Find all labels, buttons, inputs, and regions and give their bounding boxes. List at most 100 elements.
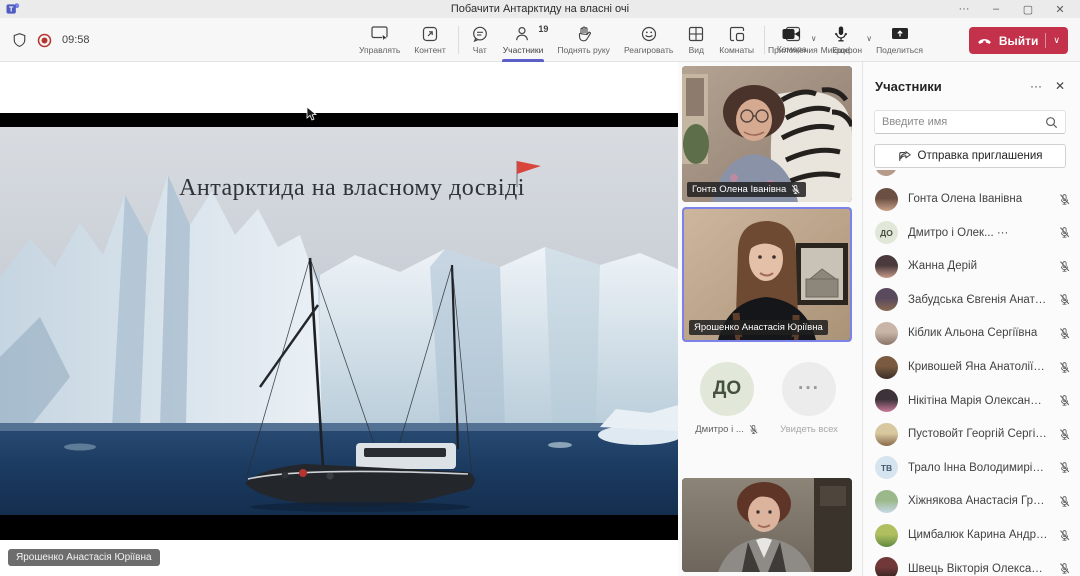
participant-search[interactable] (874, 110, 1066, 134)
participant-row[interactable]: ДО Дмитро і Олек... ··· (863, 216, 1080, 250)
participant-row[interactable]: Жанна Дерій (863, 249, 1080, 283)
see-everyone-button[interactable]: ··· Увидеть всех (774, 362, 844, 435)
tile-name-label: Ярошенко Анастасія Юріївна (689, 320, 828, 335)
participant-row[interactable]: Швець Вікторія Олександрівна (863, 552, 1080, 576)
react-smiley-icon (640, 25, 658, 43)
raise-hand-icon (575, 25, 593, 43)
mic-off-icon (1058, 260, 1071, 273)
participant-avatar (875, 557, 898, 576)
participant-row[interactable]: Кривошей Яна Анатоліївна (863, 350, 1080, 384)
slide-letterbox: Антарктида на власному досвіді (0, 113, 678, 540)
participants-icon (514, 25, 532, 43)
participant-row[interactable]: Хіжнякова Анастасія Григорі... (863, 484, 1080, 518)
share-button[interactable]: Поделиться (869, 18, 930, 62)
teams-meeting-window: T Побачити Антарктиду на власні очі ··· … (0, 0, 1080, 576)
mic-off-icon (748, 424, 759, 435)
participant-avatar (875, 356, 898, 379)
chat-icon (471, 25, 489, 43)
slide-antarctica-image: Антарктида на власному досвіді (0, 127, 678, 515)
manage-screen-icon (370, 25, 390, 43)
panel-close-button[interactable]: ✕ (1048, 76, 1072, 96)
participant-row[interactable]: Нікітіна Марія Олександрівна (863, 384, 1080, 418)
video-tile-bottom[interactable] (682, 478, 852, 572)
rooms-icon (728, 25, 746, 43)
camera-button[interactable]: ∨ Камера (770, 18, 814, 62)
participant-avatar: ТВ (875, 456, 898, 479)
mic-off-icon (1058, 529, 1071, 542)
panel-more-button[interactable]: ··· (1024, 76, 1048, 96)
microphone-icon (833, 25, 849, 43)
invite-button[interactable]: Отправка приглашения (874, 144, 1066, 168)
participant-row[interactable]: ТВ Трало Інна Володимирівна (863, 451, 1080, 485)
invite-label: Отправка приглашения (918, 150, 1043, 162)
mouse-cursor (306, 106, 317, 121)
participant-avatar (875, 490, 898, 513)
window-close-button[interactable]: ✕ (1044, 0, 1076, 18)
participant-name: Трало Інна Володимирівна (908, 462, 1048, 474)
manage-button[interactable]: Управлять (352, 18, 407, 62)
content-share-icon (421, 25, 439, 43)
participant-list: Гонта Олена Іванівна ДО Дмитро і Олек...… (863, 170, 1080, 576)
mic-off-icon (1058, 562, 1071, 575)
slide-title-text: Антарктида на власному досвіді (179, 175, 525, 201)
hangup-icon (977, 36, 992, 46)
mic-off-icon (1058, 461, 1071, 474)
panel-title: Участники (875, 79, 1024, 94)
participant-avatar (875, 188, 898, 211)
avatar-dmytro[interactable]: ДО Дмитро і ... (692, 362, 762, 435)
raise-hand-button[interactable]: Поднять руку (550, 18, 617, 62)
participant-row[interactable]: Пустовойт Георгій Сергійович (863, 417, 1080, 451)
content-button[interactable]: Контент (407, 18, 453, 62)
invite-share-icon (898, 150, 912, 163)
participant-avatar (875, 389, 898, 412)
share-screen-icon (890, 26, 910, 43)
leave-divider (1045, 33, 1046, 48)
scrolled-partial-avatar (875, 170, 897, 178)
participant-avatar (875, 423, 898, 446)
view-button[interactable]: Вид (680, 18, 712, 62)
mic-off-icon (1058, 361, 1071, 374)
mic-off-icon (1058, 495, 1071, 508)
mic-button[interactable]: ∨ Микрофон (814, 18, 869, 62)
search-icon (1045, 116, 1058, 129)
participant-name: Кіблик Альона Сергіївна (908, 327, 1048, 339)
shield-icon[interactable] (12, 32, 27, 48)
search-input[interactable] (882, 116, 1045, 128)
see-everyone-dots: ··· (782, 362, 836, 416)
video-tile-gonta[interactable]: Гонта Олена Іванівна (682, 66, 852, 202)
window-more-button[interactable]: ··· (948, 0, 980, 18)
mic-off-icon (1058, 226, 1071, 239)
toolbar-divider (458, 26, 459, 54)
shared-content-stage: Антарктида на власному досвіді (0, 62, 678, 576)
window-minimize-button[interactable]: – (980, 0, 1012, 18)
rooms-button[interactable]: Комнаты (712, 18, 761, 62)
video-tiles-column: Гонта Олена Іванівна Ярошенко Анаста (682, 62, 854, 576)
leave-button[interactable]: Выйти ∨ (969, 27, 1068, 54)
react-button[interactable]: Реагировать (617, 18, 680, 62)
recording-indicator-icon (37, 33, 52, 48)
window-title: Побачити Антарктиду на власні очі (0, 3, 1080, 15)
chat-button[interactable]: Чат (464, 18, 496, 62)
leave-label: Выйти (999, 34, 1039, 48)
audio-only-row: ДО Дмитро і ... ··· Увидеть всех (682, 362, 854, 435)
avatar-initials: ДО (700, 362, 754, 416)
window-maximize-button[interactable]: ▢ (1012, 0, 1044, 18)
participants-panel: Участники ··· ✕ Отправка приглашения Гон… (862, 62, 1080, 576)
presenter-name-tag: Ярошенко Анастасія Юріївна (8, 549, 160, 566)
participant-row[interactable]: Цимбалюк Карина Андріївна (863, 518, 1080, 552)
participant-name: Нікітіна Марія Олександрівна (908, 395, 1048, 407)
mic-off-icon (1058, 327, 1071, 340)
participant-name: Жанна Дерій (908, 260, 1048, 272)
participant-avatar (875, 255, 898, 278)
participant-row[interactable]: Кіблик Альона Сергіївна (863, 316, 1080, 350)
leave-dropdown-chevron[interactable]: ∨ (1053, 35, 1060, 46)
camera-icon (781, 26, 803, 42)
participants-button[interactable]: 19 Участники (496, 18, 551, 62)
toolbar-divider (764, 26, 765, 54)
video-tile-yaroshenko-active[interactable]: Ярошенко Анастасія Юріївна (682, 207, 852, 342)
participant-row[interactable]: Гонта Олена Іванівна (863, 182, 1080, 216)
participant-name: Дмитро і Олек... ··· (908, 227, 1048, 239)
avatar-label: Дмитро і ... (695, 424, 759, 435)
participant-row[interactable]: Забудська Євгенія Анатоліївна (863, 283, 1080, 317)
participants-count: 19 (538, 24, 548, 34)
